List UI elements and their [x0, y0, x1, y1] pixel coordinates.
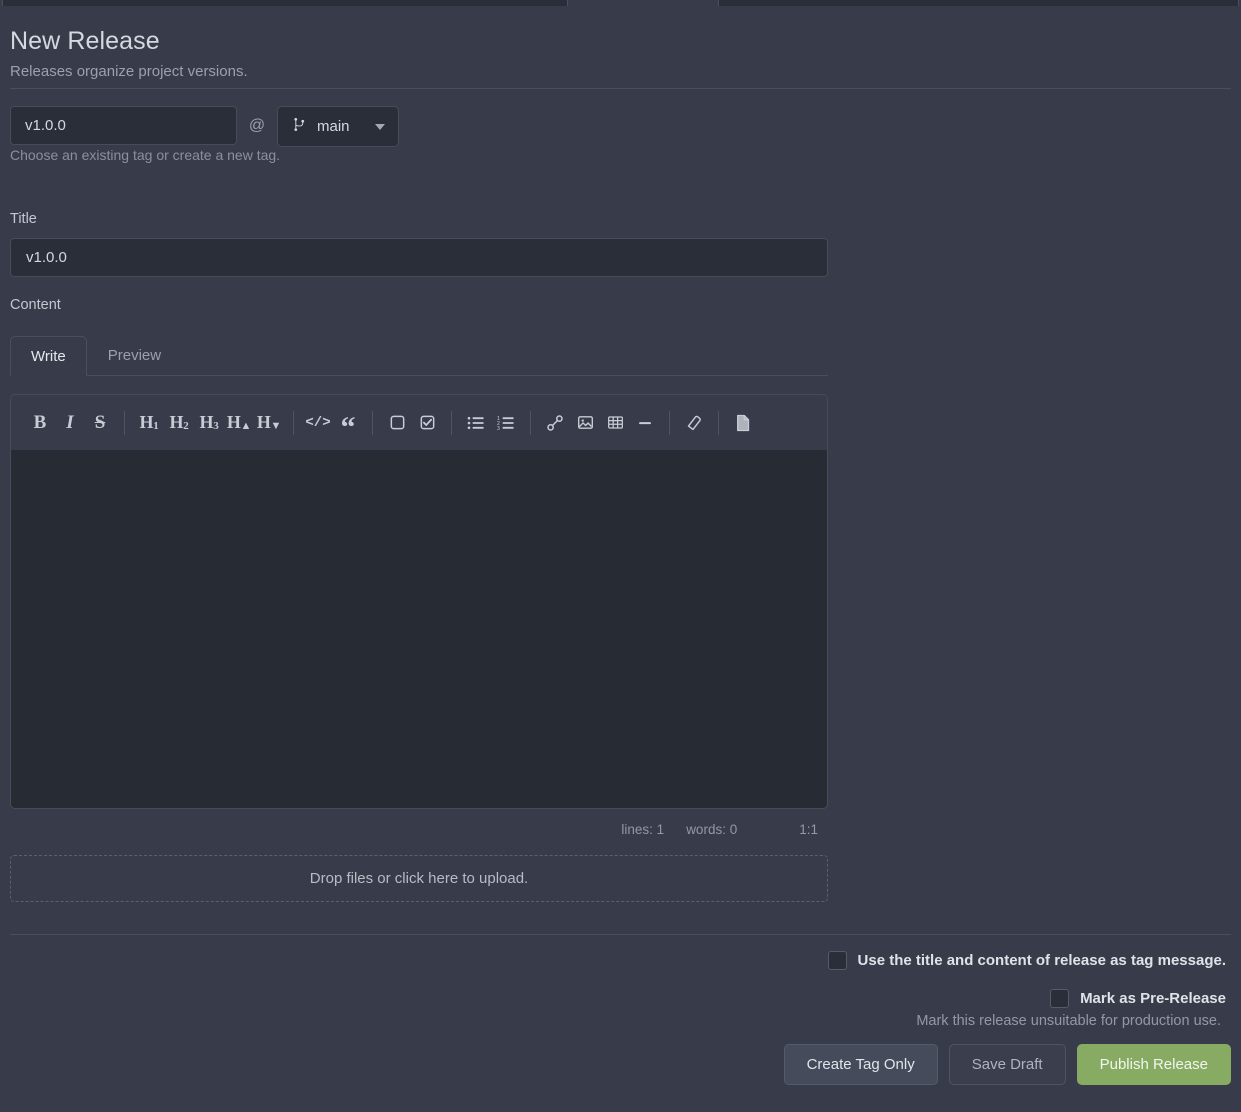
tag-name-input[interactable] — [10, 106, 237, 145]
title-field-label: Title — [10, 211, 37, 227]
at-symbol: @ — [237, 106, 277, 145]
page-title: New Release — [10, 24, 1231, 58]
top-nav-tab-left[interactable] — [2, 0, 568, 6]
italic-icon[interactable]: I — [55, 408, 85, 438]
file-dropzone[interactable]: Drop files or click here to upload. — [10, 855, 828, 902]
page-subtitle: Releases organize project versions. — [10, 61, 1231, 83]
checkbox-empty-icon[interactable] — [382, 408, 412, 438]
save-draft-button[interactable]: Save Draft — [949, 1044, 1066, 1085]
top-nav-tab-right[interactable] — [718, 0, 1239, 6]
separator-6 — [669, 411, 670, 435]
checkbox-checked-icon[interactable] — [412, 408, 442, 438]
content-tabs: Write Preview — [10, 336, 828, 376]
status-words: words: 0 — [686, 822, 737, 837]
heading-increase-icon[interactable]: H▲ — [224, 408, 254, 438]
editor-status-bar: lines: 1 words: 0 1:1 — [10, 822, 828, 837]
footer-divider — [10, 934, 1231, 935]
option-prerelease-row: Mark as Pre-Release — [0, 989, 1226, 1008]
create-tag-only-button[interactable]: Create Tag Only — [784, 1044, 938, 1085]
bold-icon[interactable]: B — [25, 408, 55, 438]
heading-decrease-icon[interactable]: H▼ — [254, 408, 284, 438]
strikethrough-icon[interactable]: S — [85, 408, 115, 438]
tab-preview[interactable]: Preview — [87, 335, 182, 375]
heading-2-icon[interactable]: H2 — [164, 408, 194, 438]
separator-5 — [530, 411, 531, 435]
horizontal-rule-icon[interactable] — [630, 408, 660, 438]
status-cursor-position: 1:1 — [799, 822, 818, 837]
separator-7 — [718, 411, 719, 435]
publish-release-button[interactable]: Publish Release — [1077, 1044, 1231, 1085]
heading-3-icon[interactable]: H3 — [194, 408, 224, 438]
tag-help-text: Choose an existing tag or create a new t… — [10, 147, 280, 163]
clear-formatting-icon[interactable] — [679, 408, 709, 438]
new-file-icon[interactable] — [728, 408, 758, 438]
action-buttons: Create Tag Only Save Draft Publish Relea… — [0, 1044, 1231, 1085]
branch-label: main — [317, 118, 350, 135]
svg-text:3: 3 — [497, 425, 500, 430]
separator-4 — [451, 411, 452, 435]
file-dropzone-label: Drop files or click here to upload. — [310, 870, 528, 887]
separator-3 — [372, 411, 373, 435]
checkbox-mark-as-prerelease[interactable] — [1050, 989, 1069, 1008]
separator-1 — [124, 411, 125, 435]
checkbox-use-title-as-tag-message[interactable] — [828, 951, 847, 970]
table-icon[interactable] — [600, 408, 630, 438]
content-field-label: Content — [10, 297, 61, 313]
git-branch-icon — [293, 117, 308, 136]
option-prerelease-label: Mark as Pre-Release — [1080, 990, 1226, 1007]
link-icon[interactable] — [540, 408, 570, 438]
chevron-down-icon — [375, 118, 385, 135]
option-tag-message-label: Use the title and content of release as … — [858, 952, 1226, 969]
tab-write[interactable]: Write — [10, 336, 87, 376]
header-divider — [10, 88, 1231, 89]
ordered-list-icon[interactable]: 123 — [491, 408, 521, 438]
quote-icon[interactable]: “ — [333, 408, 363, 438]
release-title-input[interactable] — [10, 238, 828, 277]
heading-1-icon[interactable]: H1 — [134, 408, 164, 438]
separator-2 — [293, 411, 294, 435]
image-icon[interactable] — [570, 408, 600, 438]
status-lines: lines: 1 — [621, 822, 664, 837]
page-header: New Release Releases organize project ve… — [10, 24, 1231, 83]
unordered-list-icon[interactable] — [461, 408, 491, 438]
option-tag-message-row: Use the title and content of release as … — [0, 951, 1226, 970]
tag-row: @ main — [10, 104, 399, 147]
new-release-page: New Release Releases organize project ve… — [0, 0, 1241, 1112]
code-icon[interactable]: </> — [303, 408, 333, 438]
option-prerelease-help: Mark this release unsuitable for product… — [0, 1013, 1221, 1029]
markdown-toolbar: BIS H1H2H3H▲H▼ </>“ 123 — [10, 394, 828, 450]
branch-selector[interactable]: main — [277, 106, 399, 147]
release-content-textarea[interactable] — [10, 450, 828, 809]
top-nav-strip — [0, 0, 1241, 10]
